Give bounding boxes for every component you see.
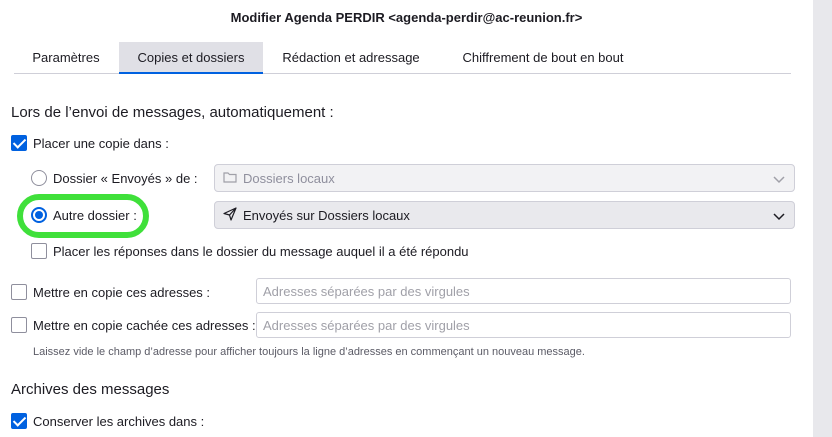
- archive-section-heading: Archives des messages: [11, 381, 170, 398]
- cc-addresses-input[interactable]: [256, 278, 791, 304]
- keep-archives-label[interactable]: Conserver les archives dans :: [33, 414, 204, 429]
- send-section-heading: Lors de l’envoi de messages, automatique…: [11, 104, 334, 121]
- bcc-addresses-input[interactable]: [256, 312, 791, 338]
- tab-copies-dossiers[interactable]: Copies et dossiers: [119, 42, 263, 74]
- tab-chiffrement[interactable]: Chiffrement de bout en bout: [444, 42, 642, 74]
- chevron-down-icon: [772, 209, 786, 223]
- bcc-label[interactable]: Mettre en copie cachée ces adresses :: [33, 318, 256, 333]
- keep-archives-checkbox[interactable]: [11, 413, 27, 429]
- sent-folder-radio[interactable]: [31, 170, 47, 186]
- other-folder-label[interactable]: Autre dossier :: [53, 208, 137, 223]
- tab-redaction-adressage[interactable]: Rédaction et adressage: [266, 42, 436, 74]
- replies-folder-label[interactable]: Placer les réponses dans le dossier du m…: [53, 244, 469, 259]
- send-icon: [223, 206, 237, 224]
- chevron-down-icon: [772, 172, 786, 186]
- sent-folder-value: Dossiers locaux: [243, 170, 335, 186]
- other-folder-radio[interactable]: [31, 207, 47, 223]
- place-copy-checkbox[interactable]: [11, 135, 27, 151]
- tab-bar: Paramètres Copies et dossiers Rédaction …: [14, 42, 791, 74]
- cc-checkbox[interactable]: [11, 284, 27, 300]
- other-folder-select[interactable]: Envoyés sur Dossiers locaux: [214, 201, 795, 229]
- dialog-title: Modifier Agenda PERDIR <agenda-perdir@ac…: [230, 10, 583, 25]
- place-copy-label[interactable]: Placer une copie dans :: [33, 136, 169, 151]
- address-hint: Laissez vide le champ d’adresse pour aff…: [33, 346, 585, 358]
- sent-folder-select: Dossiers locaux: [214, 164, 795, 192]
- replies-folder-checkbox[interactable]: [31, 243, 47, 259]
- other-folder-value: Envoyés sur Dossiers locaux: [243, 207, 410, 223]
- sent-folder-label[interactable]: Dossier « Envoyés » de :: [53, 171, 198, 186]
- window-edge: [813, 0, 832, 437]
- tab-parametres[interactable]: Paramètres: [14, 42, 118, 74]
- cc-label[interactable]: Mettre en copie ces adresses :: [33, 285, 210, 300]
- bcc-checkbox[interactable]: [11, 317, 27, 333]
- folder-icon: [223, 171, 237, 186]
- account-settings-dialog: Modifier Agenda PERDIR <agenda-perdir@ac…: [0, 0, 813, 437]
